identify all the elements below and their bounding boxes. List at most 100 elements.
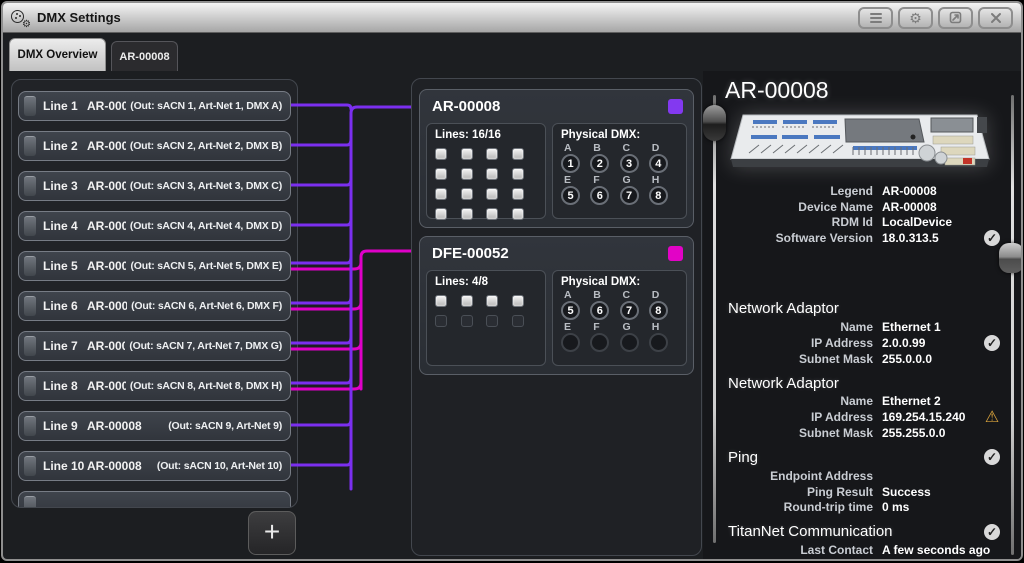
line-device-name: AR-00008 <box>87 299 128 313</box>
node-card[interactable]: DFE-00052 Lines: 4/8 Physical DMX: ABCD5… <box>419 236 694 375</box>
line-led-on <box>460 188 473 200</box>
line-led-off <box>511 315 524 327</box>
status-ok-icon: ✓ <box>984 334 1000 351</box>
gear-icon: ⚙ <box>909 9 922 26</box>
dmx-line-row[interactable]: Line 3 AR-00008 (Out: sACN 3, Art-Net 3,… <box>18 171 291 201</box>
resize-button[interactable] <box>938 6 973 29</box>
resize-icon <box>949 11 962 24</box>
dmx-port[interactable] <box>561 333 580 352</box>
dmx-line-row[interactable]: Line 9 AR-00008 (Out: sACN 9, Art-Net 9) <box>18 411 291 441</box>
dmx-line-row[interactable]: Line 10 AR-00008 (Out: sACN 10, Art-Net … <box>18 451 291 481</box>
dmx-line-row[interactable]: Line 7 AR-00008 (Out: sACN 7, Art-Net 7,… <box>18 331 291 361</box>
line-drag-handle[interactable] <box>24 416 36 436</box>
lighting-console-image <box>727 109 995 186</box>
line-output-info: (Out: sACN 1, Art-Net 1, DMX A) <box>130 100 282 112</box>
line-led-off <box>460 315 473 327</box>
line-drag-handle[interactable] <box>24 296 36 316</box>
node-physical-label: Physical DMX: <box>561 129 641 141</box>
dmx-port[interactable]: 7 <box>619 186 639 205</box>
titlebar-buttons: ⚙ <box>858 6 1013 29</box>
line-led-on <box>511 148 524 160</box>
line-drag-handle[interactable] <box>24 376 36 396</box>
dmx-port[interactable]: 2 <box>590 154 610 173</box>
dmx-port[interactable] <box>619 333 639 352</box>
detail-scrollbar-left-thumb[interactable] <box>703 105 726 141</box>
dmx-line-row[interactable] <box>18 491 291 507</box>
line-led-on <box>435 208 447 220</box>
dmx-port[interactable] <box>648 333 668 352</box>
dmx-line-row[interactable]: Line 6 AR-00008 (Out: sACN 6, Art-Net 6,… <box>18 291 291 321</box>
line-drag-handle[interactable] <box>24 456 36 476</box>
line-led-on <box>435 188 447 200</box>
dmx-port[interactable]: 5 <box>561 186 580 205</box>
dmx-line-row[interactable]: Line 4 AR-00008 (Out: sACN 4, Art-Net 4,… <box>18 211 291 241</box>
dmx-port[interactable]: 7 <box>619 301 639 320</box>
tab-dmx-overview[interactable]: DMX Overview <box>9 38 106 71</box>
node-line-leds <box>435 295 537 327</box>
detail-row: Round-trip time 0 ms <box>703 500 1021 516</box>
line-device-name: AR-00008 <box>87 179 126 193</box>
menu-button[interactable] <box>858 6 893 29</box>
dmx-port[interactable]: 1 <box>561 154 580 173</box>
dmx-port[interactable]: 6 <box>590 301 610 320</box>
line-led-on <box>435 148 447 160</box>
titannet-nodes-panel: AR-00008 Lines: 16/16 Physical DMX: ABCD… <box>411 78 702 556</box>
detail-value: A few seconds ago <box>882 543 991 558</box>
node-card[interactable]: AR-00008 Lines: 16/16 Physical DMX: ABCD… <box>419 89 694 228</box>
detail-row: Subnet Mask 255.255.0.0 <box>703 425 1021 441</box>
line-drag-handle[interactable] <box>24 216 36 236</box>
line-drag-handle[interactable] <box>24 496 36 507</box>
detail-scrollbar-left[interactable] <box>713 95 716 543</box>
close-button[interactable] <box>978 6 1013 29</box>
line-drag-handle[interactable] <box>24 176 36 196</box>
line-drag-handle[interactable] <box>24 336 36 356</box>
detail-row: Ping Result Success <box>703 484 1021 500</box>
dmx-port[interactable]: 8 <box>648 301 668 320</box>
settings-button[interactable]: ⚙ <box>898 6 933 29</box>
detail-value: 2.0.0.99 <box>882 335 926 350</box>
detail-value: AR-00008 <box>882 199 937 214</box>
dmx-port[interactable] <box>590 333 610 352</box>
detail-label: Software Version <box>775 231 873 246</box>
detail-scrollbar-right[interactable] <box>1011 95 1014 555</box>
dmx-port[interactable]: 5 <box>561 301 580 320</box>
dmx-port[interactable]: 3 <box>619 154 639 173</box>
tab-ar-00008[interactable]: AR-00008 <box>111 41 178 71</box>
line-drag-handle[interactable] <box>24 256 36 276</box>
line-led-on <box>511 188 524 200</box>
dmx-line-row[interactable]: Line 8 AR-00008 (Out: sACN 8, Art-Net 8,… <box>18 371 291 401</box>
line-led-on <box>486 295 498 307</box>
detail-label: Ping Result <box>806 484 873 499</box>
dmx-port[interactable]: 4 <box>648 154 668 173</box>
dmx-line-row[interactable]: Line 2 AR-00008 (Out: sACN 2, Art-Net 2,… <box>18 131 291 161</box>
screen: ⚙ DMX Settings ⚙ DMX Overview AR-00008 L… <box>0 0 1024 563</box>
line-led-on <box>460 208 473 220</box>
detail-label: IP Address <box>810 335 873 350</box>
physical-dmx-ports: 5678 <box>561 186 678 205</box>
detail-label: Device Name <box>798 199 873 214</box>
hamburger-icon <box>869 12 882 23</box>
line-device-name: AR-00008 <box>87 419 142 433</box>
detail-section-header: Network Adaptor <box>703 373 1021 394</box>
line-output-info: (Out: sACN 10, Art-Net 10) <box>156 460 282 472</box>
line-label: Line 10 <box>43 459 85 473</box>
dmx-line-row[interactable]: Line 5 AR-00008 (Out: sACN 5, Art-Net 5,… <box>18 251 291 281</box>
detail-label: Endpoint Address <box>770 468 873 483</box>
line-drag-handle[interactable] <box>24 96 36 116</box>
dmx-port[interactable]: 6 <box>590 186 610 205</box>
detail-row: Device Name AR-00008 <box>703 199 1021 215</box>
detail-label: Legend <box>830 183 873 198</box>
node-header: DFE-00052 <box>420 237 693 268</box>
line-led-on <box>511 208 524 220</box>
line-drag-handle[interactable] <box>24 136 36 156</box>
node-line-leds <box>435 148 537 220</box>
dmx-line-row[interactable]: Line 1 AR-00008 (Out: sACN 1, Art-Net 1,… <box>18 91 291 121</box>
add-line-button[interactable]: + <box>248 511 296 555</box>
detail-value: 255.0.0.0 <box>882 351 933 366</box>
detail-value: 18.0.313.5 <box>882 231 939 246</box>
detail-heading: AR-00008 <box>725 77 829 103</box>
status-warning-icon: ⚠ <box>984 409 1000 427</box>
dmx-port[interactable]: 8 <box>648 186 668 205</box>
titlebar: ⚙ DMX Settings ⚙ <box>3 3 1021 33</box>
detail-scrollbar-right-thumb[interactable] <box>999 243 1021 273</box>
